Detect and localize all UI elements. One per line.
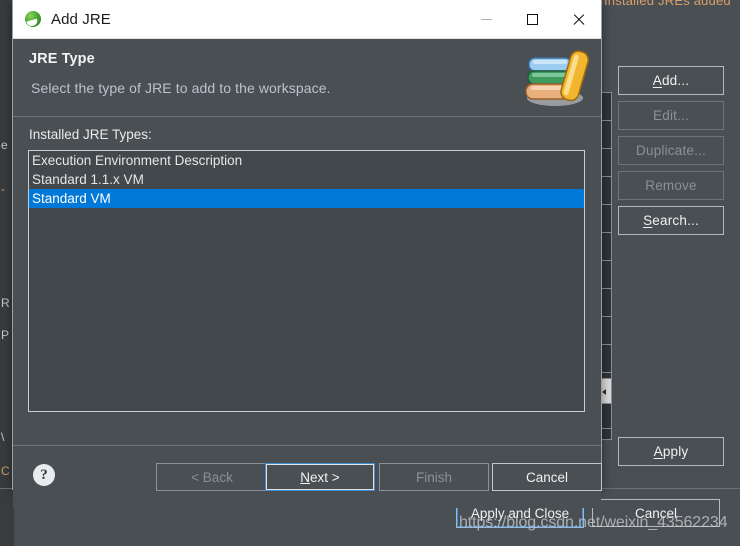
edit-button: Edit...	[618, 101, 724, 130]
window-controls	[463, 0, 601, 38]
remove-button-label: Remove	[645, 178, 697, 193]
duplicate-button-label: Duplicate...	[636, 143, 706, 158]
background-text-fragment: R	[1, 296, 10, 310]
help-icon[interactable]: ?	[33, 464, 55, 486]
page-title: JRE Type	[29, 51, 95, 67]
apply-button-label: Apply	[653, 444, 689, 459]
background-text-fragment: e	[1, 138, 8, 152]
duplicate-button: Duplicate...	[618, 136, 724, 165]
books-icon	[525, 50, 589, 106]
background-clipped-heading: Installed JREs added	[604, 0, 731, 8]
wizard-next-label: Next >	[300, 469, 340, 485]
wizard-back-label: < Back	[191, 469, 233, 485]
minimize-icon[interactable]	[463, 0, 509, 38]
close-icon[interactable]	[555, 0, 601, 38]
list-item[interactable]: Standard VM	[29, 189, 584, 208]
dialog-header-banner: JRE Type Select the type of JRE to add t…	[13, 39, 601, 117]
search-button[interactable]: Search...	[618, 206, 724, 235]
add-button-label: Add...	[652, 73, 690, 88]
wizard-finish-label: Finish	[415, 469, 452, 485]
page-description: Select the type of JRE to add to the wor…	[31, 80, 331, 96]
background-text-fragment: P	[1, 328, 10, 342]
search-button-label: Search...	[643, 213, 699, 228]
wizard-back-button: < Back	[156, 463, 268, 491]
watermark-url: https://blog.csdn.net/weixin_43562234	[459, 514, 728, 531]
wizard-cancel-button[interactable]: Cancel	[492, 463, 602, 491]
apply-button[interactable]: Apply	[618, 437, 724, 466]
list-item[interactable]: Standard 1.1.x VM	[29, 170, 584, 189]
dialog-footer: ? < Back Next > Finish Cancel	[13, 445, 602, 508]
remove-button: Remove	[618, 171, 724, 200]
jre-type-list[interactable]: Execution Environment Description Standar…	[28, 150, 585, 412]
dialog-body: Installed JRE Types: Execution Environme…	[13, 117, 601, 445]
eclipse-icon	[24, 10, 42, 28]
background-text-fragment: C	[1, 464, 10, 478]
installed-jre-types-label: Installed JRE Types:	[29, 127, 152, 142]
background-text-fragment: \	[1, 430, 5, 444]
wizard-cancel-label: Cancel	[525, 469, 569, 485]
wizard-next-button[interactable]: Next >	[265, 463, 375, 491]
add-jre-dialog: Add JRE JRE Type Select the type of JRE …	[12, 0, 602, 508]
wizard-finish-button: Finish	[379, 463, 489, 491]
edit-button-label: Edit...	[653, 108, 689, 123]
list-item[interactable]: Execution Environment Description	[29, 151, 584, 170]
dialog-titlebar[interactable]: Add JRE	[13, 0, 601, 39]
maximize-icon[interactable]	[509, 0, 555, 38]
dialog-title: Add JRE	[51, 10, 111, 28]
background-text-fragment: -	[1, 182, 5, 196]
add-button[interactable]: Add...	[618, 66, 724, 95]
